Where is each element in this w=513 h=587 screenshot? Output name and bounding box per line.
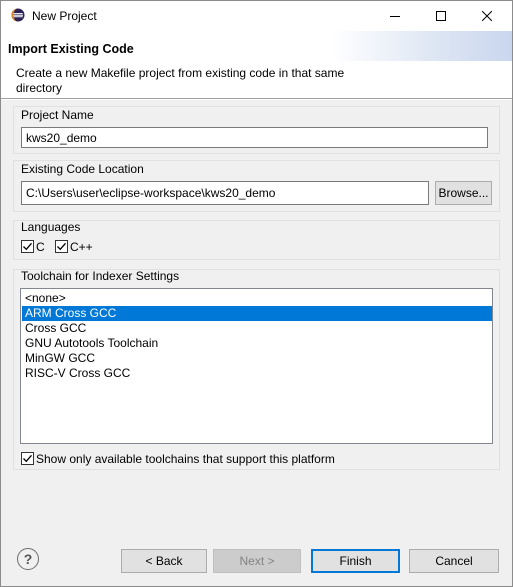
maximize-button[interactable]: [418, 1, 464, 31]
maximize-icon: [436, 11, 446, 21]
language-c-checkbox[interactable]: [21, 240, 34, 253]
toolchain-item-riscv-cross-gcc[interactable]: RISC-V Cross GCC: [22, 366, 492, 381]
languages-label: Languages: [21, 220, 81, 234]
wizard-header: Import Existing Code Create a new Makefi…: [1, 31, 512, 99]
browse-button[interactable]: Browse...: [435, 181, 492, 205]
checkmark-icon: [57, 242, 66, 251]
project-name-label: Project Name: [21, 108, 94, 122]
eclipse-icon: [11, 8, 25, 22]
show-only-available-checkbox[interactable]: [21, 452, 34, 465]
back-button[interactable]: < Back: [121, 549, 207, 573]
window-title: New Project: [32, 9, 97, 23]
close-button[interactable]: [464, 1, 510, 31]
toolchain-list[interactable]: <none> ARM Cross GCC Cross GCC GNU Autot…: [20, 288, 493, 444]
code-location-input[interactable]: C:\Users\user\eclipse-workspace\kws20_de…: [21, 181, 429, 205]
code-location-label: Existing Code Location: [21, 162, 144, 176]
toolchain-item-arm-cross-gcc[interactable]: ARM Cross GCC: [22, 306, 492, 321]
project-name-input[interactable]: kws20_demo: [21, 127, 488, 148]
wizard-page-title: Import Existing Code: [8, 42, 134, 56]
language-cpp-label: C++: [70, 240, 93, 254]
toolchain-item-gnu-autotools[interactable]: GNU Autotools Toolchain: [22, 336, 492, 351]
header-gradient-decoration: [331, 31, 512, 61]
toolchain-item-cross-gcc[interactable]: Cross GCC: [22, 321, 492, 336]
checkmark-icon: [23, 242, 32, 251]
minimize-button[interactable]: [372, 1, 418, 31]
wizard-page-description: Create a new Makefile project from exist…: [16, 66, 345, 95]
toolchain-label: Toolchain for Indexer Settings: [21, 269, 180, 283]
cancel-button[interactable]: Cancel: [409, 549, 499, 573]
help-icon[interactable]: ?: [17, 548, 39, 570]
minimize-icon: [390, 16, 400, 17]
finish-button[interactable]: Finish: [311, 549, 400, 573]
toolchain-item-mingw-gcc[interactable]: MinGW GCC: [22, 351, 492, 366]
close-icon: [482, 11, 492, 21]
language-cpp-checkbox[interactable]: [55, 240, 68, 253]
toolchain-item-none[interactable]: <none>: [22, 291, 492, 306]
next-button[interactable]: Next >: [213, 549, 301, 573]
show-only-available-label: Show only available toolchains that supp…: [36, 452, 335, 466]
language-c-label: C: [36, 240, 45, 254]
checkmark-icon: [23, 454, 32, 463]
